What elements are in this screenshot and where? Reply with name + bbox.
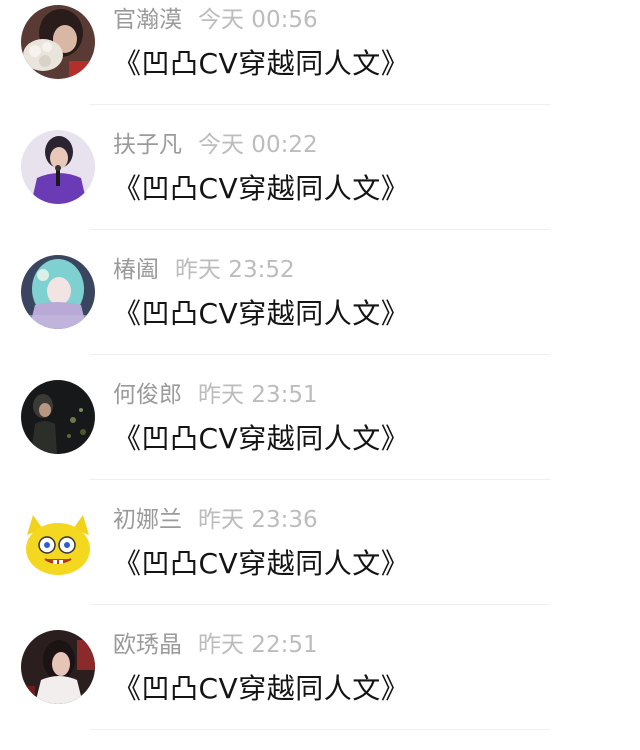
comment-time: 昨天 22:51 — [198, 632, 318, 658]
user-avatar[interactable] — [21, 505, 95, 579]
comment-text: 《凹凸CV穿越同人文》 — [113, 297, 410, 330]
user-name[interactable]: 扶子凡 — [113, 132, 182, 158]
avatar-image — [21, 380, 95, 454]
comment-item[interactable]: 何俊郎 昨天 23:51 《凹凸CV穿越同人文》 — [0, 375, 640, 500]
divider — [90, 729, 550, 730]
comment-meta: 椿阖 昨天 23:52 — [113, 254, 295, 286]
avatar-image — [21, 255, 95, 329]
comment-text: 《凹凸CV穿越同人文》 — [113, 47, 410, 80]
divider — [90, 354, 550, 355]
comment-time: 今天 00:56 — [198, 7, 318, 33]
user-name[interactable]: 何俊郎 — [113, 382, 182, 408]
avatar-image — [21, 505, 95, 579]
comment-time: 昨天 23:51 — [198, 382, 318, 408]
user-avatar[interactable] — [21, 255, 95, 329]
user-avatar[interactable] — [21, 380, 95, 454]
avatar-image — [21, 5, 95, 79]
comment-item[interactable]: 欧琇晶 昨天 22:51 《凹凸CV穿越同人文》 — [0, 625, 640, 750]
comment-text: 《凹凸CV穿越同人文》 — [113, 422, 410, 455]
user-avatar[interactable] — [21, 130, 95, 204]
divider — [90, 604, 550, 605]
comment-list: 官瀚漠 今天 00:56 《凹凸CV穿越同人文》 扶子凡 今天 00:22 《凹凸C… — [0, 0, 640, 741]
user-name[interactable]: 初娜兰 — [113, 507, 182, 533]
comment-text: 《凹凸CV穿越同人文》 — [113, 172, 410, 205]
avatar-image — [21, 130, 95, 204]
comment-time: 今天 00:22 — [198, 132, 318, 158]
comment-item[interactable]: 椿阖 昨天 23:52 《凹凸CV穿越同人文》 — [0, 250, 640, 375]
divider — [90, 479, 550, 480]
divider — [90, 229, 550, 230]
comment-meta: 欧琇晶 昨天 22:51 — [113, 629, 318, 661]
comment-meta: 官瀚漠 今天 00:56 — [113, 4, 318, 36]
comment-text: 《凹凸CV穿越同人文》 — [113, 672, 410, 705]
comment-item[interactable]: 初娜兰 昨天 23:36 《凹凸CV穿越同人文》 — [0, 500, 640, 625]
avatar-image — [21, 630, 95, 704]
comment-text: 《凹凸CV穿越同人文》 — [113, 547, 410, 580]
comment-time: 昨天 23:36 — [198, 507, 318, 533]
comment-meta: 扶子凡 今天 00:22 — [113, 129, 318, 161]
user-avatar[interactable] — [21, 5, 95, 79]
user-name[interactable]: 椿阖 — [113, 257, 159, 283]
user-name[interactable]: 官瀚漠 — [113, 7, 182, 33]
divider — [90, 104, 550, 105]
comment-item[interactable]: 扶子凡 今天 00:22 《凹凸CV穿越同人文》 — [0, 125, 640, 250]
user-name[interactable]: 欧琇晶 — [113, 632, 182, 658]
user-avatar[interactable] — [21, 630, 95, 704]
comment-item[interactable]: 官瀚漠 今天 00:56 《凹凸CV穿越同人文》 — [0, 0, 640, 125]
comment-meta: 初娜兰 昨天 23:36 — [113, 504, 318, 536]
comment-time: 昨天 23:52 — [175, 257, 295, 283]
comment-meta: 何俊郎 昨天 23:51 — [113, 379, 318, 411]
